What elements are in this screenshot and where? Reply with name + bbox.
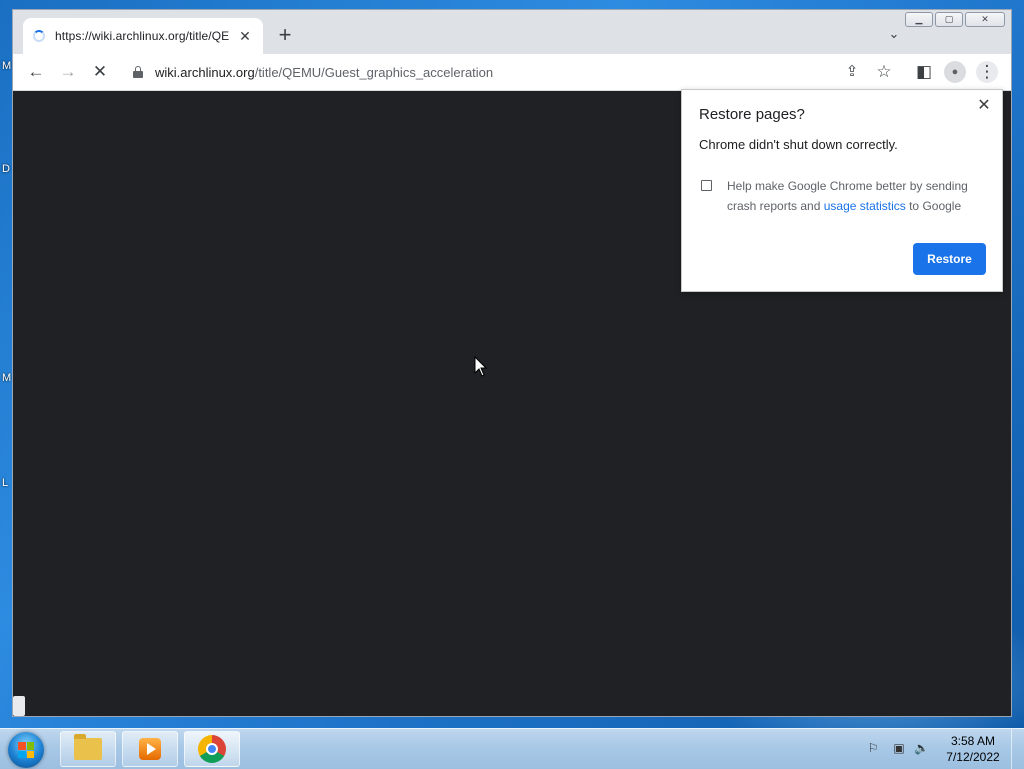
- minimize-button[interactable]: ▁: [905, 12, 933, 27]
- crash-report-label: Help make Google Chrome better by sendin…: [727, 176, 987, 216]
- back-arrow-icon[interactable]: ←: [24, 60, 48, 84]
- checkbox-text-after: to Google: [905, 199, 962, 213]
- start-button[interactable]: [8, 732, 44, 768]
- clock-date: 7/12/2022: [946, 750, 1000, 764]
- forward-arrow-icon[interactable]: →: [56, 60, 80, 84]
- action-center-flag-icon[interactable]: ⚐: [866, 741, 880, 755]
- desktop-icon-label-1[interactable]: M: [2, 60, 11, 72]
- profile-avatar-icon[interactable]: ●: [944, 61, 966, 83]
- bookmark-star-icon[interactable]: ☆: [872, 60, 896, 84]
- restore-button[interactable]: Restore: [913, 243, 986, 275]
- show-desktop-button[interactable]: [1011, 729, 1024, 769]
- usage-statistics-link[interactable]: usage statistics: [824, 199, 906, 213]
- url-text[interactable]: wiki.archlinux.org/title/QEMU/Guest_grap…: [155, 65, 493, 80]
- url-path: /title/QEMU/Guest_graphics_acceleration: [254, 64, 494, 80]
- bubble-close-icon[interactable]: ✕: [974, 96, 994, 116]
- browser-toolbar: ← → ✕ wiki.archlinux.org/title/QEMU/Gues…: [13, 54, 1011, 91]
- address-bar[interactable]: wiki.archlinux.org/title/QEMU/Guest_grap…: [123, 58, 913, 86]
- tab-strip: https://wiki.archlinux.org/title/QE ✕ + …: [13, 10, 1011, 54]
- tab-search-chevron-icon[interactable]: ⌄: [885, 26, 903, 44]
- lock-icon[interactable]: [133, 66, 143, 78]
- taskbar: ⚐ ▣ 🔈 3:58 AM 7/12/2022: [0, 728, 1024, 769]
- menu-kebab-icon[interactable]: ⋮: [976, 61, 998, 83]
- tab-close-icon[interactable]: ✕: [237, 28, 253, 45]
- stop-loading-icon[interactable]: ✕: [88, 60, 112, 84]
- scrollbar-stub[interactable]: [13, 696, 25, 716]
- desktop-icon-label-2[interactable]: D: [2, 163, 10, 175]
- network-icon[interactable]: ▣: [892, 741, 906, 755]
- clock-time: 3:58 AM: [950, 734, 996, 748]
- chrome-window: https://wiki.archlinux.org/title/QE ✕ + …: [12, 9, 1012, 717]
- volume-icon[interactable]: 🔈: [914, 741, 929, 755]
- window-controls: ▁ ▢ ✕: [905, 12, 1005, 27]
- desktop-icon-label-3[interactable]: M: [2, 372, 11, 384]
- desktop-icon-label-4[interactable]: L: [2, 477, 8, 489]
- maximize-button[interactable]: ▢: [935, 12, 963, 27]
- folder-icon: [74, 734, 102, 760]
- url-host: wiki.archlinux.org: [155, 64, 255, 80]
- taskbar-explorer-button[interactable]: [60, 731, 116, 767]
- new-tab-button[interactable]: +: [273, 24, 297, 48]
- tab-title: https://wiki.archlinux.org/title/QE: [55, 29, 230, 43]
- restore-pages-bubble: Restore pages? ✕ Chrome didn't shut down…: [681, 89, 1003, 292]
- mouse-cursor-icon: [474, 356, 488, 377]
- share-icon[interactable]: ⇪: [840, 60, 864, 84]
- bubble-title: Restore pages?: [699, 106, 805, 123]
- system-clock[interactable]: 3:58 AM 7/12/2022: [938, 733, 1008, 765]
- close-window-button[interactable]: ✕: [965, 12, 1005, 27]
- windows-logo-icon: [18, 742, 34, 758]
- side-panel-icon[interactable]: ◧: [912, 60, 936, 84]
- tab-active[interactable]: https://wiki.archlinux.org/title/QE ✕: [23, 18, 263, 54]
- chrome-icon: [198, 735, 226, 763]
- loading-spinner-icon: [33, 30, 45, 42]
- bubble-message: Chrome didn't shut down correctly.: [699, 137, 898, 152]
- crash-report-checkbox[interactable]: [701, 180, 712, 191]
- media-player-icon: [139, 738, 161, 760]
- taskbar-media-player-button[interactable]: [122, 731, 178, 767]
- taskbar-chrome-button[interactable]: [184, 731, 240, 767]
